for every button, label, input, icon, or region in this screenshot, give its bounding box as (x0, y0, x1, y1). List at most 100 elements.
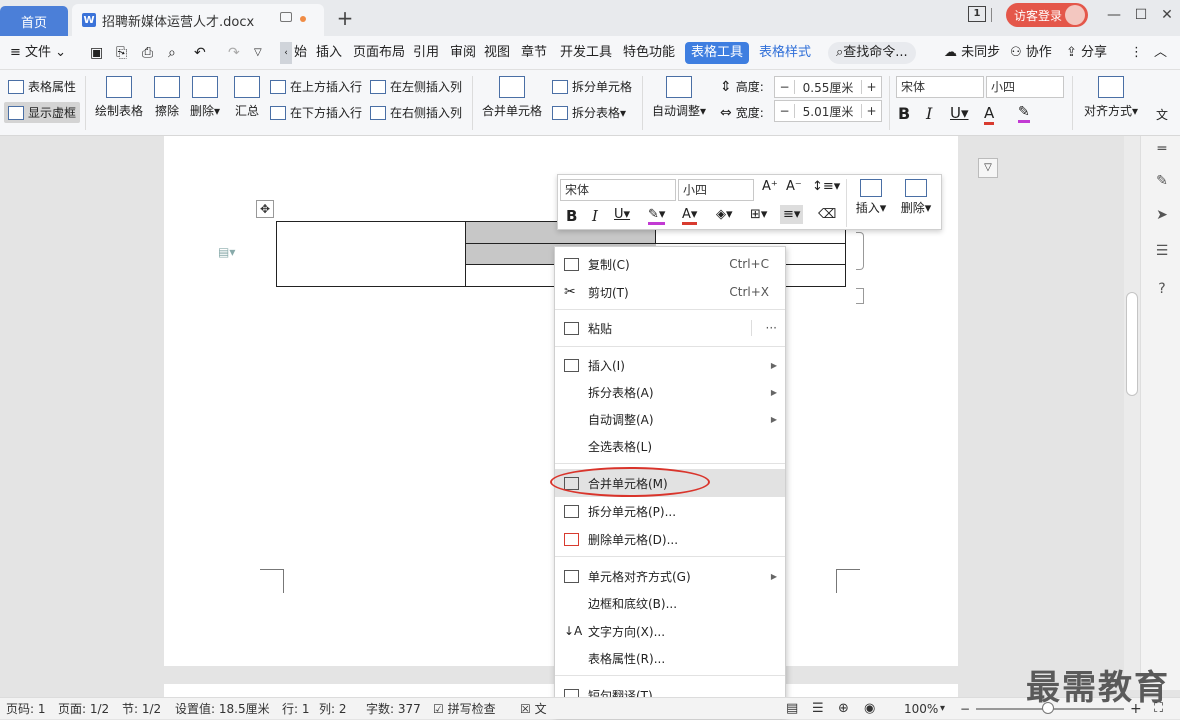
insert-col-right-button[interactable]: 在右侧插入列 (370, 104, 462, 121)
menu-item-copy[interactable]: 复制(C) Ctrl+C (555, 251, 785, 277)
mini-shading-icon[interactable]: ◈▾ (716, 207, 733, 222)
menu-table-style[interactable]: 表格样式 (759, 36, 811, 70)
help-icon[interactable]: ? (1153, 280, 1171, 298)
menu-item-select-table[interactable]: 全选表格(L) (555, 433, 785, 459)
menu-item-split-table[interactable]: 拆分表格(A) ▶ (555, 379, 785, 405)
menu-item-delete-cells[interactable]: 删除单元格(D)... (555, 526, 785, 552)
web-view-icon[interactable]: ⊕ (838, 698, 849, 720)
font-size-select[interactable]: 小四 (986, 76, 1064, 98)
menu-page-layout[interactable]: 页面布局 (353, 36, 405, 70)
pointer-icon[interactable]: ➤ (1153, 206, 1171, 224)
scrollbar-thumb[interactable] (1126, 292, 1138, 396)
file-menu[interactable]: ≡ 文件 ⌄ (10, 36, 66, 70)
mini-italic-button[interactable]: I (592, 207, 598, 225)
menu-view[interactable]: 视图 (484, 36, 510, 70)
share-button[interactable]: ⇪ 分享 (1066, 36, 1107, 70)
status-pages[interactable]: 页面: 1/2 (58, 698, 109, 720)
command-search[interactable]: ⌕查找命令... (828, 42, 916, 64)
table-properties-button[interactable]: 表格属性 (8, 78, 76, 95)
eraser-button[interactable]: 擦除 (154, 76, 180, 119)
page-view-icon[interactable]: ▤ (786, 698, 798, 720)
status-column[interactable]: 列: 2 (319, 698, 347, 720)
split-table-ribbon-button[interactable]: 拆分表格 ▾ (552, 104, 626, 121)
status-setting[interactable]: 设置值: 18.5厘米 (175, 698, 270, 720)
status-row[interactable]: 行: 1 (282, 698, 310, 720)
bold-button[interactable]: B (898, 104, 910, 123)
status-word-count[interactable]: 字数: 377 (366, 698, 421, 720)
menu-insert[interactable]: 插入 (316, 36, 342, 70)
menu-item-borders[interactable]: 边框和底纹(B)... (555, 590, 785, 616)
export-icon[interactable]: ⎘ (116, 36, 127, 70)
mini-delete-button[interactable]: 删除▾ (898, 179, 934, 216)
status-section[interactable]: 节: 1/2 (122, 698, 161, 720)
vertical-scrollbar[interactable] (1124, 136, 1140, 690)
guest-login-button[interactable]: 访客登录 (1006, 3, 1088, 27)
menu-item-cell-alignment[interactable]: 单元格对齐方式(G) ▶ (555, 563, 785, 589)
mini-underline-button[interactable]: U▾ (614, 207, 630, 222)
menu-developer[interactable]: 开发工具 (560, 36, 612, 70)
more-icon[interactable]: ⋮ (1130, 36, 1143, 70)
mini-bold-button[interactable]: B (566, 207, 577, 225)
table-move-handle-icon[interactable]: ✥ (256, 200, 274, 218)
menu-item-split-cells[interactable]: 拆分单元格(P)... (555, 498, 785, 524)
menu-item-table-properties[interactable]: 表格属性(R)... (555, 645, 785, 671)
menu-chapter[interactable]: 章节 (521, 36, 547, 70)
minimize-icon[interactable]: — (1105, 6, 1123, 24)
menu-item-cut[interactable]: ✂ 剪切(T) Ctrl+X (555, 279, 785, 305)
screen-icon[interactable] (280, 12, 292, 22)
merge-cells-ribbon-button[interactable]: 合并单元格 (482, 76, 542, 119)
mini-eraser-icon[interactable]: ⌫ (818, 207, 836, 222)
sidebar-collapse-icon[interactable]: ═ (1153, 140, 1171, 158)
alignment-button[interactable]: 对齐方式▾ (1084, 76, 1138, 119)
preview-icon[interactable]: ⌕ (168, 36, 176, 70)
page-count-indicator[interactable]: 1 (968, 6, 986, 22)
redo-icon[interactable]: ↷ (228, 36, 240, 70)
doc-check-button[interactable]: ☒ 文 (520, 698, 547, 720)
mini-borders-icon[interactable]: ⊞▾ (750, 207, 767, 222)
text-direction-button[interactable]: 文 (1156, 106, 1168, 123)
shrink-font-icon[interactable]: A⁻ (786, 179, 802, 194)
zoom-level[interactable]: 100% (904, 698, 938, 720)
mini-font-select[interactable]: 宋体 (560, 179, 676, 201)
save-icon[interactable]: ▣ (90, 36, 103, 70)
draw-table-button[interactable]: 绘制表格 (95, 76, 143, 119)
menu-start[interactable]: 始 (294, 36, 307, 70)
mini-font-color-button[interactable]: A▾ (682, 207, 698, 225)
height-value[interactable]: 0.55厘米 (795, 79, 861, 96)
eye-protection-icon[interactable]: ◉ (864, 698, 875, 720)
insert-row-below-button[interactable]: 在下方插入行 (270, 104, 362, 121)
show-gridlines-button[interactable]: 显示虚框 (4, 102, 81, 123)
summary-button[interactable]: 汇总 (234, 76, 260, 119)
font-color-button[interactable]: A (984, 104, 995, 125)
width-stepper[interactable]: −5.01厘米 + (774, 100, 882, 122)
autofit-button[interactable]: 自动调整▾ (652, 76, 706, 119)
tab-document[interactable]: W 招聘新媒体运营人才.docx (72, 4, 324, 36)
print-icon[interactable]: ⎙ (142, 36, 153, 70)
collaborate-button[interactable]: ⚇ 协作 (1010, 36, 1052, 70)
line-spacing-icon[interactable]: ↕≡▾ (812, 179, 840, 194)
zoom-dropdown-icon[interactable]: ▾ (940, 698, 945, 720)
menu-review[interactable]: 审阅 (450, 36, 476, 70)
undo-icon[interactable]: ↶ (194, 36, 206, 70)
menu-item-paste[interactable]: 粘贴 ··· (555, 315, 785, 341)
font-family-select[interactable]: 宋体 (896, 76, 984, 98)
menu-item-text-direction[interactable]: ↓A 文字方向(X)... (555, 618, 785, 644)
width-decrease-button[interactable]: − (775, 104, 795, 118)
settings-sliders-icon[interactable]: ☰ (1153, 242, 1171, 260)
new-tab-button[interactable]: + (334, 8, 356, 30)
delete-button[interactable]: 删除▾ (190, 76, 220, 119)
width-value[interactable]: 5.01厘米 (795, 103, 861, 120)
maximize-icon[interactable]: ☐ (1132, 6, 1150, 24)
menu-item-insert[interactable]: 插入(I) ▶ (555, 352, 785, 378)
menu-item-autofit[interactable]: 自动调整(A) ▶ (555, 406, 785, 432)
sync-status[interactable]: ☁ 未同步 (944, 36, 1000, 70)
width-increase-button[interactable]: + (861, 104, 881, 118)
paste-options-button[interactable]: ··· (766, 321, 777, 335)
insert-row-above-button[interactable]: 在上方插入行 (270, 78, 362, 95)
menu-table-tools[interactable]: 表格工具 (685, 42, 750, 64)
spell-check-button[interactable]: ☑ 拼写检查 (433, 698, 496, 720)
italic-button[interactable]: I (926, 104, 932, 123)
pen-icon[interactable]: ✎ (1153, 172, 1171, 190)
quick-access-dropdown-icon[interactable]: ▽ (254, 36, 262, 70)
status-page-number[interactable]: 页码: 1 (6, 698, 46, 720)
